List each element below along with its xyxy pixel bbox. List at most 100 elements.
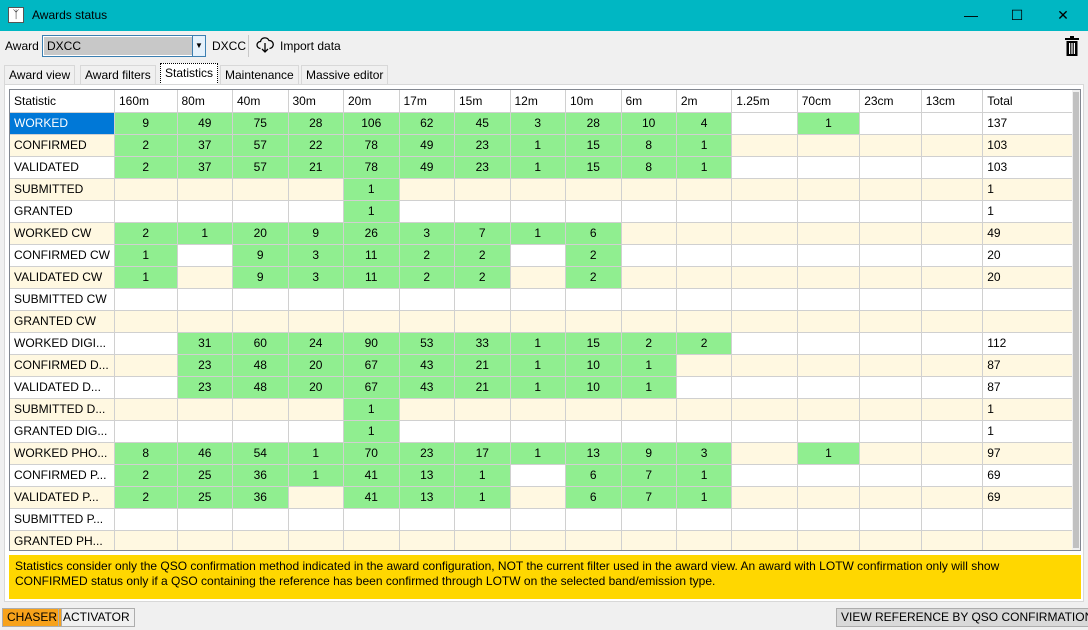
table-cell[interactable] bbox=[921, 266, 984, 289]
table-cell[interactable] bbox=[621, 244, 677, 267]
table-cell[interactable]: 6 bbox=[565, 486, 622, 509]
row-label[interactable]: CONFIRMED CW bbox=[10, 244, 115, 267]
table-row[interactable]: GRANTED CW bbox=[10, 310, 1080, 333]
table-cell[interactable] bbox=[288, 398, 344, 421]
table-cell[interactable]: 1 bbox=[288, 464, 344, 487]
table-cell[interactable] bbox=[731, 200, 798, 223]
column-header[interactable]: Total bbox=[982, 90, 1080, 113]
table-cell[interactable] bbox=[288, 508, 344, 531]
chevron-down-icon[interactable]: ▼ bbox=[192, 36, 205, 56]
table-cell[interactable] bbox=[797, 244, 861, 267]
table-cell[interactable] bbox=[859, 156, 922, 179]
table-cell[interactable]: 2 bbox=[399, 244, 455, 267]
table-cell[interactable]: 1 bbox=[510, 354, 566, 377]
table-cell[interactable]: 1 bbox=[343, 398, 400, 421]
row-total[interactable]: 69 bbox=[982, 464, 1080, 487]
table-cell[interactable]: 20 bbox=[288, 376, 344, 399]
column-header[interactable]: 6m bbox=[621, 90, 677, 113]
table-cell[interactable] bbox=[621, 266, 677, 289]
table-cell[interactable]: 8 bbox=[114, 442, 178, 465]
table-cell[interactable] bbox=[232, 508, 289, 531]
table-cell[interactable]: 53 bbox=[399, 332, 455, 355]
table-cell[interactable] bbox=[859, 266, 922, 289]
table-cell[interactable] bbox=[921, 530, 984, 550]
row-label[interactable]: SUBMITTED CW bbox=[10, 288, 115, 311]
table-cell[interactable]: 60 bbox=[232, 332, 289, 355]
table-cell[interactable] bbox=[454, 310, 511, 333]
table-cell[interactable]: 62 bbox=[399, 112, 455, 135]
table-cell[interactable] bbox=[731, 486, 798, 509]
table-cell[interactable] bbox=[510, 464, 566, 487]
table-cell[interactable] bbox=[621, 200, 677, 223]
table-cell[interactable] bbox=[676, 530, 733, 550]
table-row[interactable]: CONFIRMED P... 2 25 36 1 41 13 1 6 7 1 69 bbox=[10, 464, 1080, 487]
table-cell[interactable]: 1 bbox=[343, 200, 400, 223]
row-total[interactable]: 69 bbox=[982, 486, 1080, 509]
table-cell[interactable] bbox=[731, 222, 798, 245]
table-cell[interactable]: 57 bbox=[232, 156, 289, 179]
table-cell[interactable] bbox=[114, 420, 178, 443]
row-total[interactable]: 1 bbox=[982, 420, 1080, 443]
table-cell[interactable] bbox=[454, 530, 511, 550]
table-cell[interactable]: 1 bbox=[343, 178, 400, 201]
table-row[interactable]: WORKED PHO... 8 46 54 1 70 23 17 1 13 9 3 1 97 bbox=[10, 442, 1080, 465]
table-cell[interactable] bbox=[859, 508, 922, 531]
table-cell[interactable]: 7 bbox=[621, 464, 677, 487]
row-label[interactable]: VALIDATED bbox=[10, 156, 115, 179]
table-cell[interactable] bbox=[621, 420, 677, 443]
table-cell[interactable] bbox=[731, 134, 798, 157]
table-cell[interactable] bbox=[797, 332, 861, 355]
table-cell[interactable] bbox=[676, 222, 733, 245]
row-total[interactable]: 49 bbox=[982, 222, 1080, 245]
table-cell[interactable] bbox=[399, 508, 455, 531]
row-label[interactable]: SUBMITTED bbox=[10, 178, 115, 201]
award-select[interactable]: DXCC ▼ bbox=[42, 35, 206, 57]
table-cell[interactable]: 6 bbox=[565, 464, 622, 487]
table-cell[interactable] bbox=[177, 530, 233, 550]
activator-button[interactable]: ACTIVATOR bbox=[58, 608, 135, 627]
table-cell[interactable]: 1 bbox=[676, 134, 733, 157]
column-header[interactable]: 2m bbox=[676, 90, 733, 113]
row-total[interactable]: 103 bbox=[982, 156, 1080, 179]
table-cell[interactable] bbox=[859, 112, 922, 135]
table-cell[interactable] bbox=[921, 398, 984, 421]
table-cell[interactable] bbox=[859, 244, 922, 267]
table-cell[interactable]: 21 bbox=[454, 354, 511, 377]
table-cell[interactable]: 2 bbox=[454, 266, 511, 289]
table-cell[interactable]: 3 bbox=[288, 266, 344, 289]
table-row[interactable]: CONFIRMED D... 23 48 20 67 43 21 1 10 1 87 bbox=[10, 354, 1080, 377]
row-label[interactable]: VALIDATED CW bbox=[10, 266, 115, 289]
table-cell[interactable] bbox=[621, 310, 677, 333]
table-cell[interactable]: 21 bbox=[288, 156, 344, 179]
table-cell[interactable] bbox=[565, 420, 622, 443]
table-cell[interactable] bbox=[565, 200, 622, 223]
table-cell[interactable]: 36 bbox=[232, 464, 289, 487]
table-cell[interactable] bbox=[114, 200, 178, 223]
table-cell[interactable]: 3 bbox=[676, 442, 733, 465]
row-label[interactable]: CONFIRMED bbox=[10, 134, 115, 157]
row-label[interactable]: WORKED bbox=[10, 112, 115, 135]
table-cell[interactable] bbox=[797, 200, 861, 223]
table-cell[interactable] bbox=[859, 134, 922, 157]
table-cell[interactable]: 36 bbox=[232, 486, 289, 509]
table-cell[interactable]: 1 bbox=[676, 464, 733, 487]
table-cell[interactable] bbox=[510, 178, 566, 201]
column-header[interactable]: 23cm bbox=[859, 90, 922, 113]
table-cell[interactable] bbox=[232, 288, 289, 311]
column-header[interactable]: 80m bbox=[177, 90, 233, 113]
table-cell[interactable] bbox=[797, 486, 861, 509]
table-cell[interactable]: 1 bbox=[797, 112, 861, 135]
table-cell[interactable] bbox=[731, 354, 798, 377]
table-cell[interactable]: 67 bbox=[343, 354, 400, 377]
table-cell[interactable]: 2 bbox=[114, 156, 178, 179]
row-total[interactable]: 87 bbox=[982, 354, 1080, 377]
table-cell[interactable]: 1 bbox=[454, 486, 511, 509]
table-cell[interactable] bbox=[921, 486, 984, 509]
table-cell[interactable]: 3 bbox=[510, 112, 566, 135]
table-cell[interactable]: 7 bbox=[454, 222, 511, 245]
table-row[interactable]: GRANTED 1 1 bbox=[10, 200, 1080, 223]
table-cell[interactable] bbox=[343, 508, 400, 531]
table-cell[interactable]: 9 bbox=[621, 442, 677, 465]
table-cell[interactable] bbox=[510, 398, 566, 421]
table-cell[interactable] bbox=[797, 530, 861, 550]
